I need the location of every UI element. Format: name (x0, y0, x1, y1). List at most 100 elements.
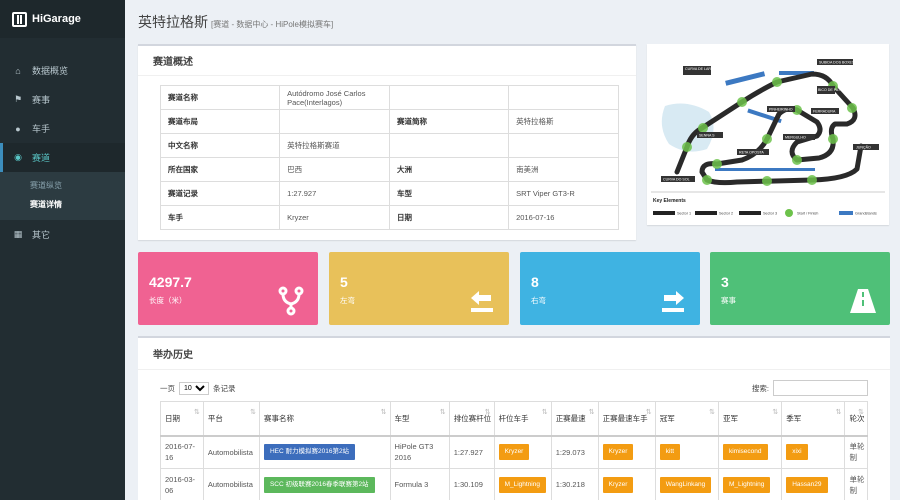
column-header[interactable]: 轮次 ⇅ (844, 401, 868, 437)
driver-link[interactable]: kimisecond (722, 444, 768, 461)
sidebar-item-overview[interactable]: ⌂ 数据概览 (0, 56, 125, 85)
sort-icon[interactable]: ⇅ (772, 408, 778, 416)
tile-right-turns: 8 右弯 (520, 252, 700, 325)
history-title: 举办历史 (138, 338, 890, 370)
cell-event: SCC 初级联赛2016春季联赛第2站 (258, 468, 391, 500)
sidebar-item-label: 其它 (32, 230, 51, 240)
event-link[interactable]: HEC 耐力模拟赛2016第2站 (263, 444, 356, 461)
cell-car: HiPole GT3 2016 (389, 435, 450, 469)
cell-p2: kimisecond (717, 435, 783, 469)
sort-icon[interactable]: ⇅ (709, 408, 715, 416)
sort-icon[interactable]: ⇅ (836, 408, 842, 416)
sort-icon[interactable]: ⇅ (542, 408, 548, 416)
cell-date: 2016-07-16 (160, 435, 204, 469)
sidebar-item-label: 车手 (32, 124, 51, 134)
column-header-label: 正赛最速 (555, 413, 586, 423)
overview-key (388, 133, 510, 158)
cell-platform: Automobilista (202, 468, 260, 500)
sidebar-item-events[interactable]: ⚑ 赛事 (0, 85, 125, 114)
column-header[interactable]: 杆位车手 ⇅ (493, 401, 552, 437)
column-header[interactable]: 日期 ⇅ (160, 401, 204, 437)
column-header[interactable]: 排位赛杆位 ⇅ (448, 401, 495, 437)
column-header-label: 冠军 (659, 413, 675, 423)
sort-icon[interactable]: ⇅ (194, 408, 200, 416)
svg-text:BICO DE PATO: BICO DE PATO (818, 88, 843, 92)
sort-icon[interactable]: ⇅ (485, 408, 491, 416)
cell-car: Formula 3 (389, 468, 450, 500)
svg-text:Grandstands: Grandstands (855, 212, 877, 216)
sort-icon[interactable]: ⇅ (589, 408, 595, 416)
grandstand (725, 71, 766, 86)
column-header-label: 日期 (165, 413, 180, 423)
driver-link[interactable]: Kryzer (498, 444, 530, 461)
column-header[interactable]: 冠军 ⇅ (654, 401, 719, 437)
history-table: 日期 ⇅ 平台 ⇅ 赛事名称 ⇅ 车型 ⇅ 排位赛杆位 ⇅ 杆位车手 ⇅ 正赛最速 ⇅ 正赛最速车手 ⇅ 冠军 ⇅… (160, 401, 868, 500)
sidebar-item-drivers[interactable]: ● 车手 (0, 114, 125, 143)
driver-link[interactable]: Kryzer (602, 444, 634, 461)
driver-link[interactable]: M_Lightning (498, 477, 546, 493)
grandstand (715, 168, 815, 171)
overview-row: 赛道名称 Autódromo José Carlos Pace(Interlago… (159, 85, 619, 110)
driver-link[interactable]: xixi (786, 444, 808, 461)
overview-row: 中文名称 英特拉格斯赛道 (159, 133, 619, 158)
overview-key: 所在国家 (159, 157, 281, 182)
sidebar: HiGarage ⌂ 数据概览 ⚑ 赛事 ● 车手 ◉ 赛道 赛道纵览 赛道详情… (0, 0, 125, 500)
search-box: 搜索: (752, 380, 868, 396)
column-header-label: 杆位车手 (498, 413, 529, 423)
overview-row: 所在国家 巴西 大洲 南美洲 (159, 157, 619, 182)
column-header-label: 车型 (394, 413, 410, 423)
driver-link[interactable]: Hassan29 (786, 477, 828, 493)
overview-key: 中文名称 (159, 133, 281, 158)
overview-table: 赛道名称 Autódromo José Carlos Pace(Interlago… (159, 85, 619, 230)
svg-text:SENNA S: SENNA S (699, 134, 715, 138)
page-size-select[interactable]: 10 (179, 381, 209, 395)
cell-round: 单轮制 (844, 468, 868, 500)
grid-icon: ▦ (13, 229, 23, 239)
svg-text:Start / Finish: Start / Finish (797, 212, 818, 216)
driver-link[interactable]: Kryzer (602, 477, 634, 493)
cell-p2: M_Lightning (717, 468, 783, 500)
column-header[interactable]: 季军 ⇅ (781, 401, 846, 437)
column-header[interactable]: 赛事名称 ⇅ (258, 401, 391, 437)
svg-text:Sector 3: Sector 3 (763, 212, 777, 216)
sort-icon[interactable]: ⇅ (381, 408, 387, 416)
svg-text:FERRADURA: FERRADURA (813, 110, 836, 114)
column-header-label: 赛事名称 (263, 413, 294, 423)
driver-link[interactable]: M_Lightning (722, 477, 771, 493)
cell-round: 单轮制 (844, 435, 868, 469)
column-header-label: 季军 (786, 413, 802, 423)
table-row[interactable]: 2016-03-06 Automobilista SCC 初级联赛2016春季联赛第… (160, 468, 868, 500)
search-input[interactable] (773, 380, 868, 396)
column-header-label: 平台 (207, 413, 223, 423)
sort-icon[interactable]: ⇅ (858, 408, 864, 416)
column-header[interactable]: 车型 ⇅ (389, 401, 450, 437)
tile-events: 3 赛事 (710, 252, 890, 325)
driver-link[interactable]: kitt (659, 444, 681, 461)
svg-text:SUBIDA DOS BOXES: SUBIDA DOS BOXES (819, 61, 855, 65)
sidebar-item-tracks[interactable]: ◉ 赛道 (0, 143, 125, 172)
driver-link[interactable]: WangLinkang (659, 477, 712, 493)
map-marker-icon: ◉ (14, 152, 22, 162)
brand[interactable]: HiGarage (0, 0, 125, 38)
cell-date: 2016-03-06 (160, 468, 204, 500)
overview-value: 2016-07-16 (508, 205, 619, 230)
column-header[interactable]: 平台 ⇅ (202, 401, 260, 437)
sort-icon[interactable]: ⇅ (250, 408, 256, 416)
cell-pole: 1:27.927 (448, 435, 495, 469)
overview-value (508, 85, 619, 110)
tile-left-turns: 5 左弯 (329, 252, 509, 325)
submenu-track-details[interactable]: 赛道详情 (0, 195, 125, 214)
overview-value: SRT Viper GT3-R (508, 181, 619, 206)
cell-pole: 1:30.109 (448, 468, 495, 500)
column-header[interactable]: 正赛最速车手 ⇅ (597, 401, 656, 437)
overview-key: 日期 (388, 205, 510, 230)
column-header[interactable]: 亚军 ⇅ (717, 401, 783, 437)
sort-icon[interactable]: ⇅ (646, 408, 652, 416)
sort-icon[interactable]: ⇅ (440, 408, 446, 416)
column-header[interactable]: 正赛最速 ⇅ (550, 401, 599, 437)
event-link[interactable]: SCC 初级联赛2016春季联赛第2站 (263, 477, 375, 493)
flag-icon: ⚑ (13, 94, 23, 104)
submenu-track-overview[interactable]: 赛道纵览 (0, 176, 125, 195)
sidebar-item-other[interactable]: ▦ 其它 (0, 220, 125, 249)
table-row[interactable]: 2016-07-16 Automobilista HEC 耐力模拟赛2016第2站 H… (160, 435, 868, 469)
